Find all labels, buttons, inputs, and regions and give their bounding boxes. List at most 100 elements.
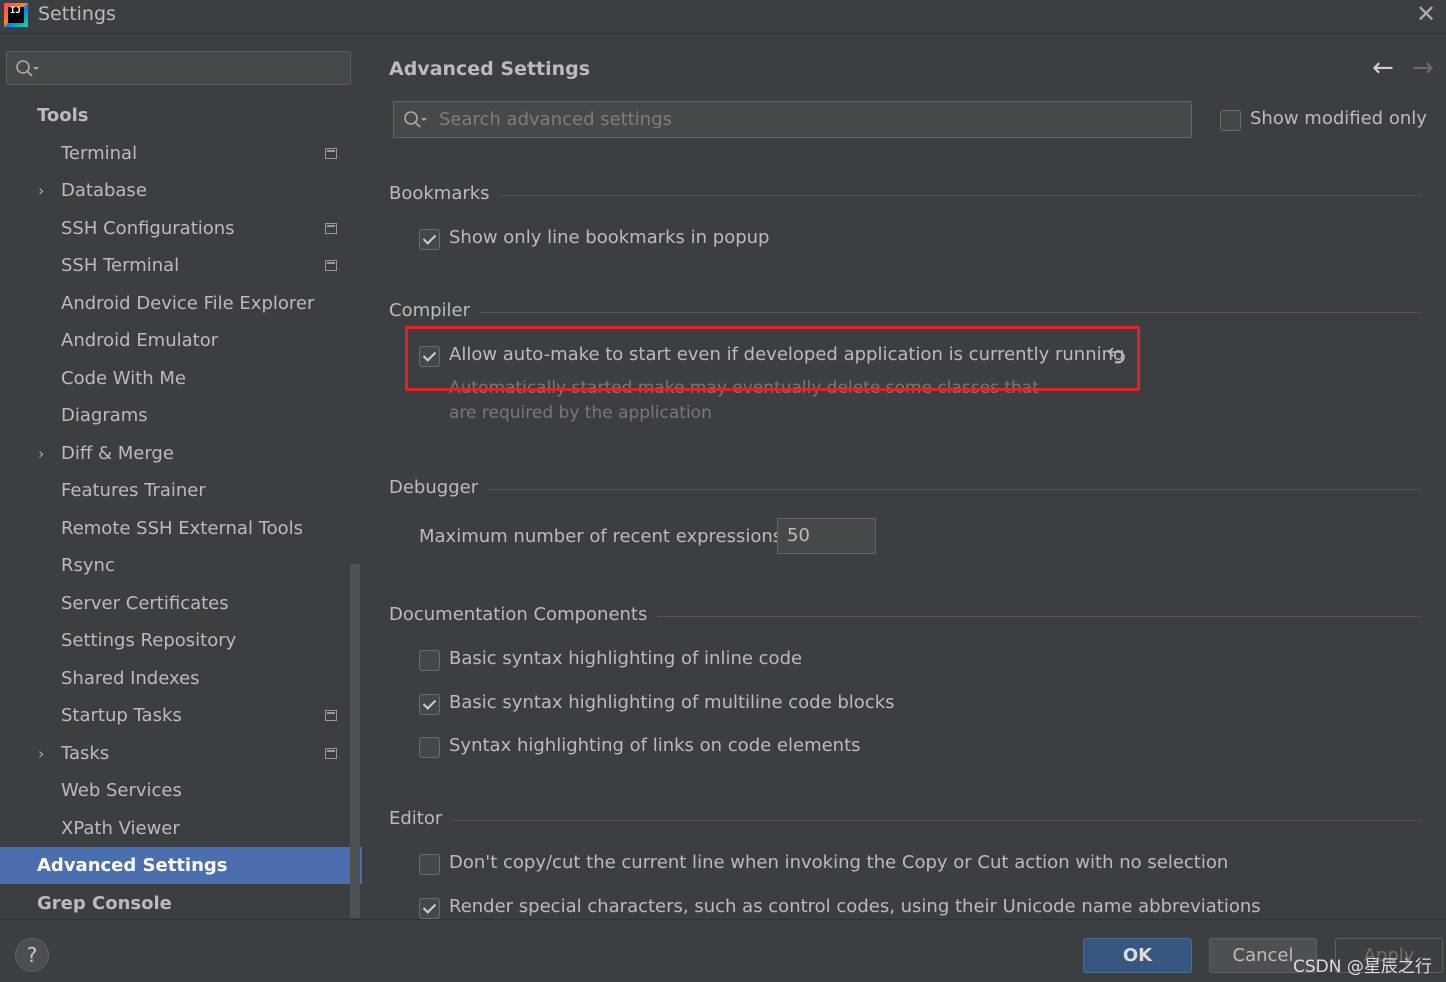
checkbox-icon[interactable] bbox=[419, 898, 440, 919]
close-icon[interactable]: ✕ bbox=[1412, 0, 1440, 28]
csdn-watermark: CSDN @星辰之行 bbox=[1293, 957, 1432, 977]
sidebar-item-database[interactable]: › Database bbox=[0, 172, 348, 209]
checkbox-icon[interactable] bbox=[419, 229, 440, 250]
sidebar-item-label: Tools bbox=[37, 105, 89, 126]
sidebar-item-label: Android Device File Explorer bbox=[61, 293, 315, 314]
chevron-right-icon[interactable]: › bbox=[38, 172, 44, 209]
sidebar-item-startup-tasks[interactable]: Startup Tasks bbox=[0, 697, 348, 734]
annotation-highlight-box bbox=[405, 326, 1140, 391]
sidebar-item-label: Database bbox=[61, 180, 147, 201]
chevron-right-icon[interactable]: › bbox=[38, 435, 44, 472]
project-level-icon bbox=[325, 148, 337, 159]
section-divider bbox=[389, 195, 1421, 196]
sidebar-item-xpath-viewer[interactable]: XPath Viewer bbox=[0, 810, 348, 847]
sidebar-item-label: Web Services bbox=[61, 780, 182, 801]
section-editor: Editor bbox=[389, 808, 1421, 832]
sidebar-item-label: Features Trainer bbox=[61, 480, 206, 501]
sidebar-item-settings-repository[interactable]: Settings Repository bbox=[0, 622, 348, 659]
section-title: Compiler bbox=[389, 300, 481, 321]
section-divider bbox=[389, 489, 1421, 490]
option-label: Syntax highlighting of links on code ele… bbox=[449, 735, 861, 756]
option-label: Render special characters, such as contr… bbox=[449, 896, 1261, 917]
settings-sidebar: Tools Terminal › Database SSH Configurations… bbox=[0, 35, 362, 919]
sidebar-item-label: Server Certificates bbox=[61, 593, 229, 614]
checkbox-icon[interactable] bbox=[1220, 110, 1241, 131]
checkbox-icon[interactable] bbox=[419, 737, 440, 758]
option-label: Don't copy/cut the current line when inv… bbox=[449, 852, 1229, 873]
sidebar-item-tools[interactable]: Tools bbox=[0, 97, 348, 134]
advanced-settings-search[interactable] bbox=[393, 101, 1192, 138]
sidebar-item-label: Remote SSH External Tools bbox=[61, 518, 304, 539]
sidebar-item-diagrams[interactable]: Diagrams bbox=[0, 397, 348, 434]
checkbox-icon[interactable] bbox=[419, 694, 440, 715]
section-documentation-components: Documentation Components bbox=[389, 604, 1421, 628]
section-title: Documentation Components bbox=[389, 604, 658, 625]
advanced-settings-search-input[interactable] bbox=[439, 106, 1179, 133]
sidebar-item-ssh-terminal[interactable]: SSH Terminal bbox=[0, 247, 348, 284]
sidebar-item-label: Terminal bbox=[61, 143, 138, 164]
project-level-icon bbox=[325, 223, 337, 234]
section-compiler: Compiler bbox=[389, 300, 1421, 324]
sidebar-item-android-emulator[interactable]: Android Emulator bbox=[0, 322, 348, 359]
advanced-settings-panel: Advanced Settings ← → Show modified only… bbox=[362, 35, 1446, 919]
sidebar-item-label: Android Emulator bbox=[61, 330, 219, 351]
history-navigation: ← → bbox=[1372, 53, 1442, 83]
dialog-footer: ? OK Cancel Apply CSDN @星辰之行 bbox=[0, 919, 1446, 982]
project-level-icon bbox=[325, 748, 337, 759]
intellij-logo-icon: IJ bbox=[4, 3, 28, 27]
sidebar-item-label: Advanced Settings bbox=[37, 855, 228, 876]
max-recent-expressions-field[interactable]: 50 bbox=[777, 518, 876, 554]
sidebar-item-label: Tasks bbox=[61, 743, 110, 764]
checkbox-icon[interactable] bbox=[419, 650, 440, 671]
forward-arrow-icon[interactable]: → bbox=[1412, 53, 1434, 83]
sidebar-item-grep-console[interactable]: Grep Console bbox=[0, 885, 348, 922]
option-label: Basic syntax highlighting of multiline c… bbox=[449, 692, 895, 713]
sidebar-item-label: SSH Configurations bbox=[61, 218, 235, 239]
sidebar-item-code-with-me[interactable]: Code With Me bbox=[0, 360, 348, 397]
sidebar-scrollbar[interactable] bbox=[350, 564, 360, 918]
sidebar-item-label: Shared Indexes bbox=[61, 668, 200, 689]
sidebar-item-advanced-settings[interactable]: Advanced Settings bbox=[0, 847, 362, 884]
sidebar-item-label: SSH Terminal bbox=[61, 255, 180, 276]
chevron-right-icon[interactable]: › bbox=[38, 735, 44, 772]
sidebar-item-android-device-file-explorer[interactable]: Android Device File Explorer bbox=[0, 285, 348, 322]
help-button[interactable]: ? bbox=[15, 938, 49, 972]
section-title: Bookmarks bbox=[389, 183, 500, 204]
checkbox-icon[interactable] bbox=[419, 854, 440, 875]
project-level-icon bbox=[325, 260, 337, 271]
search-icon bbox=[404, 111, 427, 128]
sidebar-search-input[interactable] bbox=[6, 51, 351, 85]
section-bookmarks: Bookmarks bbox=[389, 183, 1421, 207]
sidebar-item-shared-indexes[interactable]: Shared Indexes bbox=[0, 660, 348, 697]
back-arrow-icon[interactable]: ← bbox=[1372, 53, 1394, 83]
sidebar-item-rsync[interactable]: Rsync bbox=[0, 547, 348, 584]
title-bar: IJ Settings ✕ bbox=[0, 0, 1446, 34]
section-divider bbox=[389, 820, 1421, 821]
search-icon bbox=[16, 60, 39, 77]
section-divider bbox=[389, 312, 1421, 313]
section-debugger: Debugger bbox=[389, 477, 1421, 501]
ok-button[interactable]: OK bbox=[1083, 938, 1192, 973]
sidebar-item-terminal[interactable]: Terminal bbox=[0, 135, 348, 172]
sidebar-item-ssh-configurations[interactable]: SSH Configurations bbox=[0, 210, 348, 247]
section-title: Debugger bbox=[389, 477, 489, 498]
compiler-hint-line2: are required by the application bbox=[449, 403, 712, 423]
sidebar-item-label: Diff & Merge bbox=[61, 443, 174, 464]
option-label: Basic syntax highlighting of inline code bbox=[449, 648, 803, 669]
sidebar-item-label: Diagrams bbox=[61, 405, 148, 426]
sidebar-item-web-services[interactable]: Web Services bbox=[0, 772, 348, 809]
sidebar-item-label: Rsync bbox=[61, 555, 115, 576]
sidebar-item-remote-ssh-external-tools[interactable]: Remote SSH External Tools bbox=[0, 510, 348, 547]
sidebar-item-tasks[interactable]: › Tasks bbox=[0, 735, 348, 772]
sidebar-item-diff-merge[interactable]: › Diff & Merge bbox=[0, 435, 348, 472]
sidebar-item-label: Settings Repository bbox=[61, 630, 237, 651]
sidebar-item-label: Startup Tasks bbox=[61, 705, 182, 726]
section-title: Editor bbox=[389, 808, 453, 829]
page-title: Advanced Settings bbox=[389, 58, 591, 80]
sidebar-item-features-trainer[interactable]: Features Trainer bbox=[0, 472, 348, 509]
option-label: Show only line bookmarks in popup bbox=[449, 227, 770, 248]
sidebar-item-server-certificates[interactable]: Server Certificates bbox=[0, 585, 348, 622]
project-level-icon bbox=[325, 710, 337, 721]
show-modified-only-label: Show modified only bbox=[1250, 108, 1427, 129]
max-recent-expressions-label: Maximum number of recent expressions: bbox=[419, 526, 789, 547]
